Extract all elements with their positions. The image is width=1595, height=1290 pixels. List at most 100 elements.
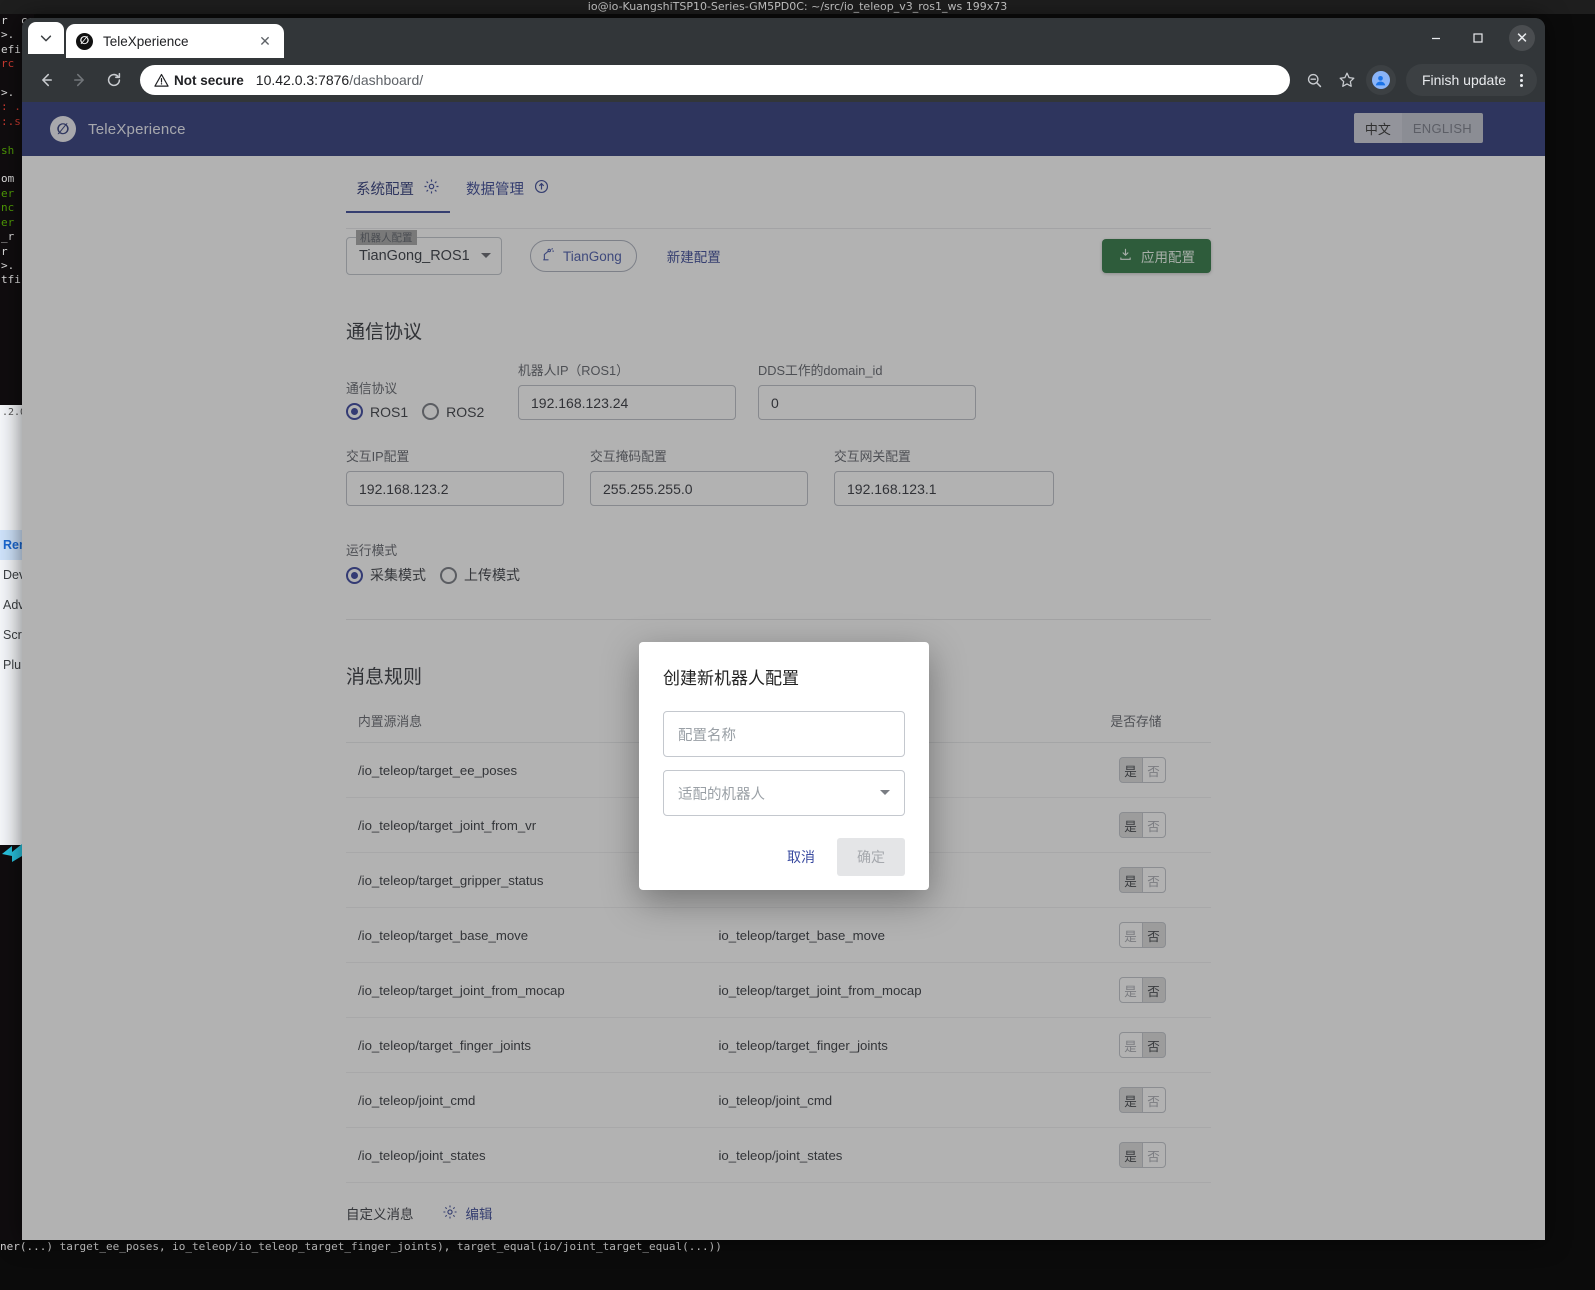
- store-toggle-yes[interactable]: 是: [1120, 1033, 1142, 1057]
- kebab-menu-icon[interactable]: [1514, 73, 1529, 87]
- maximize-icon[interactable]: [1457, 18, 1499, 58]
- table-row: /io_teleop/target_base_move io_teleop/tar…: [346, 907, 1211, 963]
- col-store-header: 是否存储: [1061, 705, 1211, 743]
- radio-upload-mode-dot: [440, 566, 457, 584]
- cell-store: 是否: [1061, 852, 1211, 908]
- url-path: /dashboard/: [349, 72, 424, 88]
- tab-data-management[interactable]: 数据管理: [466, 178, 550, 213]
- run-mode-radio-group[interactable]: 采集模式 上传模式: [346, 565, 1211, 585]
- store-toggle-no[interactable]: 否: [1141, 1088, 1165, 1112]
- dialog-actions: 取消 确定: [663, 838, 905, 876]
- edit-label: 编辑: [465, 1207, 493, 1222]
- tab-system-config[interactable]: 系统配置: [346, 178, 450, 213]
- store-toggle[interactable]: 是否: [1118, 1142, 1166, 1168]
- store-toggle[interactable]: 是否: [1118, 812, 1166, 838]
- terminal-bottom-output: ner(...) target_ee_poses, io_teleop/io_t…: [0, 1240, 722, 1253]
- inter-ip-input[interactable]: 192.168.123.2: [346, 471, 564, 506]
- inter-gateway-label: 交互网关配置: [834, 449, 911, 464]
- browser-tab[interactable]: ∅ TeleXperience ✕: [66, 24, 284, 58]
- security-label: Not secure: [174, 72, 244, 88]
- robot-type-select-value: 适配的机器人: [678, 786, 765, 803]
- inter-gateway-input[interactable]: 192.168.123.1: [834, 471, 1054, 506]
- store-toggle[interactable]: 是否: [1118, 977, 1166, 1003]
- domain-id-input[interactable]: 0: [758, 385, 976, 420]
- apply-config-label: 应用配置: [1141, 250, 1195, 265]
- star-icon[interactable]: [1332, 65, 1362, 95]
- language-toggle[interactable]: 中文 ENGLISH: [1353, 113, 1483, 143]
- protocol-field: 通信协议 ROS1 ROS2: [346, 378, 496, 420]
- store-toggle-no[interactable]: 否: [1141, 1033, 1165, 1057]
- robot-config-select-value: TianGong_ROS1: [359, 248, 470, 264]
- inter-mask-input[interactable]: 255.255.255.0: [590, 471, 808, 506]
- browser-toolbar: Not secure 10.42.0.3:7876/dashboard/ Fin…: [22, 58, 1545, 102]
- inter-ip-field: 交互IP配置 192.168.123.2: [346, 446, 564, 506]
- robot-type-select[interactable]: 适配的机器人: [663, 770, 905, 816]
- store-toggle-no[interactable]: 否: [1141, 868, 1165, 892]
- inter-mask-field: 交互掩码配置 255.255.255.0: [590, 446, 808, 506]
- store-toggle-yes[interactable]: 是: [1119, 1143, 1142, 1167]
- store-toggle-yes[interactable]: 是: [1119, 868, 1142, 892]
- tab-system-config-label: 系统配置: [356, 182, 414, 198]
- language-option-en[interactable]: ENGLISH: [1401, 113, 1483, 143]
- radio-upload-mode[interactable]: 上传模式: [440, 565, 520, 585]
- cell-source: /io_teleop/target_finger_joints: [346, 1017, 707, 1073]
- minimize-icon[interactable]: [1415, 18, 1457, 58]
- confirm-button[interactable]: 确定: [837, 838, 905, 876]
- store-toggle-yes[interactable]: 是: [1119, 758, 1142, 782]
- cancel-button[interactable]: 取消: [773, 839, 829, 875]
- table-row: /io_teleop/joint_states io_teleop/joint_s…: [346, 1127, 1211, 1183]
- new-config-link[interactable]: 新建配置: [667, 246, 721, 266]
- gear-icon: [442, 1204, 458, 1223]
- chevron-down-icon: [880, 790, 890, 795]
- close-icon[interactable]: ✕: [256, 32, 274, 50]
- store-toggle[interactable]: 是否: [1118, 867, 1166, 893]
- forward-arrow-icon[interactable]: [64, 64, 96, 96]
- radio-collect-mode-label: 采集模式: [370, 567, 426, 583]
- reload-icon[interactable]: [98, 64, 130, 96]
- address-bar[interactable]: Not secure 10.42.0.3:7876/dashboard/: [140, 65, 1290, 95]
- radio-ros2[interactable]: ROS2: [422, 403, 484, 420]
- robot-chip[interactable]: TianGong: [530, 240, 637, 272]
- finish-update-label: Finish update: [1421, 72, 1506, 88]
- config-name-input[interactable]: 配置名称: [663, 711, 905, 757]
- download-icon: [1118, 247, 1133, 265]
- section-divider: [346, 619, 1211, 620]
- robot-config-select-legend: 机器人配置: [356, 230, 417, 245]
- store-toggle[interactable]: 是否: [1118, 922, 1166, 948]
- radio-collect-mode[interactable]: 采集模式: [346, 565, 426, 585]
- close-icon[interactable]: ✕: [1499, 18, 1545, 58]
- store-toggle-no[interactable]: 否: [1141, 758, 1165, 782]
- store-toggle-yes[interactable]: 是: [1119, 813, 1142, 837]
- cell-store: 是否: [1061, 962, 1211, 1018]
- finish-update-button[interactable]: Finish update: [1405, 64, 1537, 96]
- store-toggle-no[interactable]: 否: [1141, 978, 1165, 1002]
- communication-title: 通信协议: [346, 322, 423, 343]
- cell-store: 是否: [1061, 1017, 1211, 1073]
- store-toggle-yes[interactable]: 是: [1120, 923, 1142, 947]
- robot-ip-input[interactable]: 192.168.123.24: [518, 385, 736, 420]
- store-toggle-yes[interactable]: 是: [1120, 978, 1142, 1002]
- store-toggle-yes[interactable]: 是: [1119, 1088, 1142, 1112]
- profile-avatar-icon[interactable]: [1365, 65, 1396, 95]
- store-toggle[interactable]: 是否: [1118, 1032, 1166, 1058]
- store-toggle-no[interactable]: 否: [1141, 1143, 1165, 1167]
- cell-store: 是否: [1061, 1127, 1211, 1183]
- tab-data-management-label: 数据管理: [466, 182, 524, 198]
- language-option-cn[interactable]: 中文: [1353, 113, 1402, 143]
- zoom-out-icon[interactable]: [1300, 65, 1330, 95]
- apply-config-button[interactable]: 应用配置: [1102, 239, 1211, 273]
- store-toggle-no[interactable]: 否: [1141, 923, 1165, 947]
- security-status[interactable]: Not secure: [154, 73, 244, 88]
- cell-target: io_teleop/target_base_move: [706, 907, 1061, 963]
- tab-search-button[interactable]: [28, 22, 64, 54]
- terminal-window-title: io@io-KuangshiTSP10-Series-GM5PD0C: ~/sr…: [0, 0, 1595, 14]
- store-toggle-no[interactable]: 否: [1141, 813, 1165, 837]
- back-arrow-icon[interactable]: [30, 64, 62, 96]
- protocol-radio-group[interactable]: ROS1 ROS2: [346, 403, 496, 420]
- store-toggle[interactable]: 是否: [1118, 1087, 1166, 1113]
- edit-custom-message-button[interactable]: 编辑: [442, 1203, 493, 1223]
- cell-source: /io_teleop/target_base_move: [346, 907, 707, 963]
- radio-ros1[interactable]: ROS1: [346, 403, 408, 420]
- store-toggle[interactable]: 是否: [1118, 757, 1166, 783]
- robot-config-select[interactable]: 机器人配置 TianGong_ROS1: [346, 230, 502, 275]
